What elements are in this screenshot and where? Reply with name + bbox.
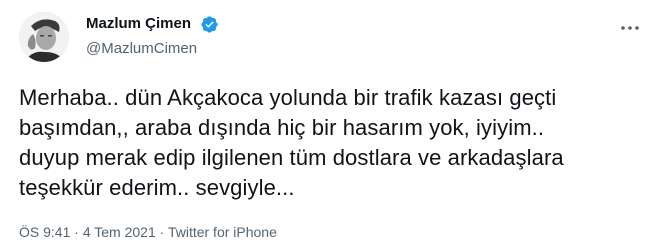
avatar[interactable] bbox=[19, 12, 69, 62]
tweet-metadata: ÖS 9:41 · 4 Tem 2021 · Twitter for iPhon… bbox=[19, 223, 277, 241]
tweet-source[interactable]: Twitter for iPhone bbox=[168, 224, 277, 240]
tweet-date[interactable]: 4 Tem 2021 bbox=[83, 224, 156, 240]
tweet-text: Merhaba.. dün Akçakoca yolunda bir trafi… bbox=[19, 83, 644, 203]
meta-separator: · bbox=[74, 224, 83, 240]
tweet-text-line: başımdan,, araba dışında hiç bir hasarım… bbox=[19, 115, 545, 140]
tweet-text-line: duyup merak edip ilgilenen tüm dostlara … bbox=[19, 145, 564, 170]
avatar-image bbox=[19, 12, 69, 62]
tweet-text-line: teşekkür ederim.. sevgiyle... bbox=[19, 175, 295, 200]
tweet-time[interactable]: ÖS 9:41 bbox=[19, 224, 70, 240]
verified-badge-icon bbox=[201, 16, 218, 33]
more-options-icon[interactable] bbox=[618, 18, 642, 38]
tweet-text-line: Merhaba.. dün Akçakoca yolunda bir trafi… bbox=[19, 85, 557, 110]
author-name[interactable]: Mazlum Çimen bbox=[86, 14, 191, 34]
author-handle[interactable]: @MazlumCimen bbox=[86, 39, 197, 59]
meta-separator: · bbox=[159, 224, 168, 240]
tweet-card: Mazlum Çimen @MazlumCimen Merhaba.. dün … bbox=[0, 0, 660, 252]
